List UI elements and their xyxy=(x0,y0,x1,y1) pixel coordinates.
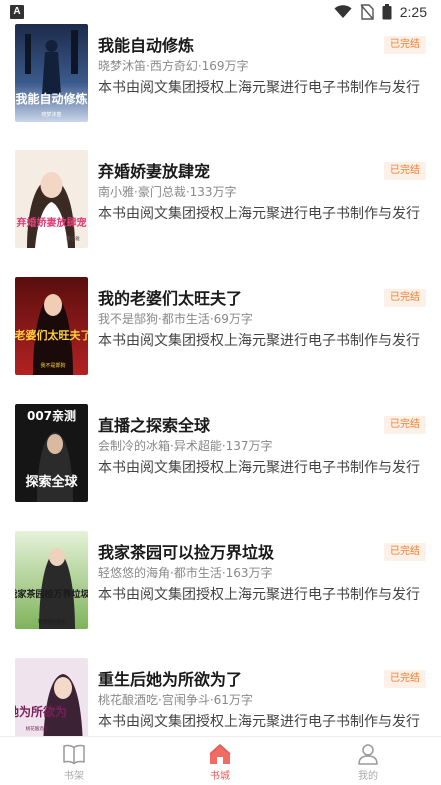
book-item[interactable]: 007亲测 探索全球 直播之探索全球 会制冷的冰箱·异术超能·137万字 本书由… xyxy=(0,404,441,504)
book-open-icon xyxy=(63,744,85,765)
book-cover[interactable]: 弃婚娇妻放肆宠 南小雅 xyxy=(15,150,88,248)
cover-title: 探索全球 xyxy=(25,474,78,490)
book-cover[interactable]: 007亲测 探索全球 xyxy=(15,404,88,502)
book-description: 本书由阅文集团授权上海元聚进行电子书制作与发行 xyxy=(98,460,420,476)
tab-label: 书城 xyxy=(210,771,230,782)
book-meta: 桃花酿酒吃·宫闱争斗·61万字 xyxy=(98,693,253,707)
status-badge: 已完结 xyxy=(384,416,426,434)
user-icon xyxy=(358,744,378,765)
status-badge: 已完结 xyxy=(384,543,426,561)
book-cover[interactable]: 我能自动修炼 晓梦沐笛 xyxy=(15,24,88,122)
status-bar: A 2:25 xyxy=(0,0,441,24)
cover-title: 老婆们太旺夫了 xyxy=(15,328,88,342)
home-icon xyxy=(209,744,231,764)
book-item[interactable]: 我家茶园捡万界垃圾 轻悠悠的海角 我家茶园可以捡万界垃圾 轻悠悠的海角·都市生活… xyxy=(0,531,441,631)
book-description: 本书由阅文集团授权上海元聚进行电子书制作与发行 xyxy=(98,714,420,730)
book-meta: 晓梦沐笛·西方奇幻·169万字 xyxy=(98,59,249,73)
status-badge: 已完结 xyxy=(384,36,426,54)
book-cover[interactable]: 她为所欲为 桃花酿酒吃 xyxy=(15,658,88,736)
book-title[interactable]: 我家茶园可以捡万界垃圾 xyxy=(98,539,274,563)
book-meta: 我不是郜狗·都市生活·69万字 xyxy=(98,312,253,326)
notification-a-icon: A xyxy=(10,5,24,19)
cover-title: 她为所欲为 xyxy=(15,704,67,719)
book-item[interactable]: 老婆们太旺夫了 我不是郜狗 我的老婆们太旺夫了 我不是郜狗·都市生活·69万字 … xyxy=(0,277,441,377)
cover-author: 南小雅 xyxy=(66,235,80,242)
status-icons: 2:25 xyxy=(334,3,427,21)
status-badge: 已完结 xyxy=(384,162,426,180)
book-title[interactable]: 直播之探索全球 xyxy=(98,412,210,436)
book-description: 本书由阅文集团授权上海元聚进行电子书制作与发行 xyxy=(98,333,420,349)
wifi-icon xyxy=(334,5,352,18)
tab-bookshelf[interactable]: 书架 xyxy=(24,737,124,785)
cover-title: 弃婚娇妻放肆宠 xyxy=(17,216,87,229)
book-meta: 南小雅·豪门总裁·133万字 xyxy=(98,185,237,199)
no-sim-icon xyxy=(360,4,374,20)
book-meta: 会制冷的冰箱·异术超能·137万字 xyxy=(98,439,273,453)
tab-bookstore[interactable]: 书城 xyxy=(170,737,270,785)
book-cover[interactable]: 我家茶园捡万界垃圾 轻悠悠的海角 xyxy=(15,531,88,629)
tab-label: 书架 xyxy=(64,771,84,782)
tab-label: 我的 xyxy=(358,771,378,782)
battery-icon xyxy=(382,4,392,20)
cover-author: 桃花酿酒吃 xyxy=(26,725,49,732)
book-item[interactable]: 我能自动修炼 晓梦沐笛 我能自动修炼 晓梦沐笛·西方奇幻·169万字 本书由阅文… xyxy=(0,24,441,124)
cover-author: 我不是郜狗 xyxy=(40,362,65,369)
book-title[interactable]: 我能自动修炼 xyxy=(98,32,194,56)
book-title[interactable]: 重生后她为所欲为了 xyxy=(98,666,242,690)
book-title[interactable]: 弃婚娇妻放肆宠 xyxy=(98,158,210,182)
cover-tagline: 007亲测 xyxy=(27,408,76,423)
bottom-tab-bar: 书架 书城 我的 xyxy=(0,736,441,785)
cover-title: 我能自动修炼 xyxy=(15,91,87,106)
book-description: 本书由阅文集团授权上海元聚进行电子书制作与发行 xyxy=(98,80,420,96)
cover-author: 晓梦沐笛 xyxy=(41,111,61,118)
book-item[interactable]: 弃婚娇妻放肆宠 南小雅 弃婚娇妻放肆宠 南小雅·豪门总裁·133万字 本书由阅文… xyxy=(0,150,441,250)
book-cover[interactable]: 老婆们太旺夫了 我不是郜狗 xyxy=(15,277,88,375)
book-meta: 轻悠悠的海角·都市生活·163万字 xyxy=(98,566,273,580)
book-description: 本书由阅文集团授权上海元聚进行电子书制作与发行 xyxy=(98,206,420,222)
status-badge: 已完结 xyxy=(384,289,426,307)
book-title[interactable]: 我的老婆们太旺夫了 xyxy=(98,285,242,309)
book-description: 本书由阅文集团授权上海元聚进行电子书制作与发行 xyxy=(98,587,420,603)
cover-author: 轻悠悠的海角 xyxy=(38,618,65,625)
book-list[interactable]: 我能自动修炼 晓梦沐笛 我能自动修炼 晓梦沐笛·西方奇幻·169万字 本书由阅文… xyxy=(0,24,441,736)
book-item[interactable]: 她为所欲为 桃花酿酒吃 重生后她为所欲为了 桃花酿酒吃·宫闱争斗·61万字 本书… xyxy=(0,658,441,736)
tab-mine[interactable]: 我的 xyxy=(318,737,418,785)
status-time: 2:25 xyxy=(399,4,427,20)
status-badge: 已完结 xyxy=(384,670,426,688)
cover-title: 我家茶园捡万界垃圾 xyxy=(15,588,88,600)
